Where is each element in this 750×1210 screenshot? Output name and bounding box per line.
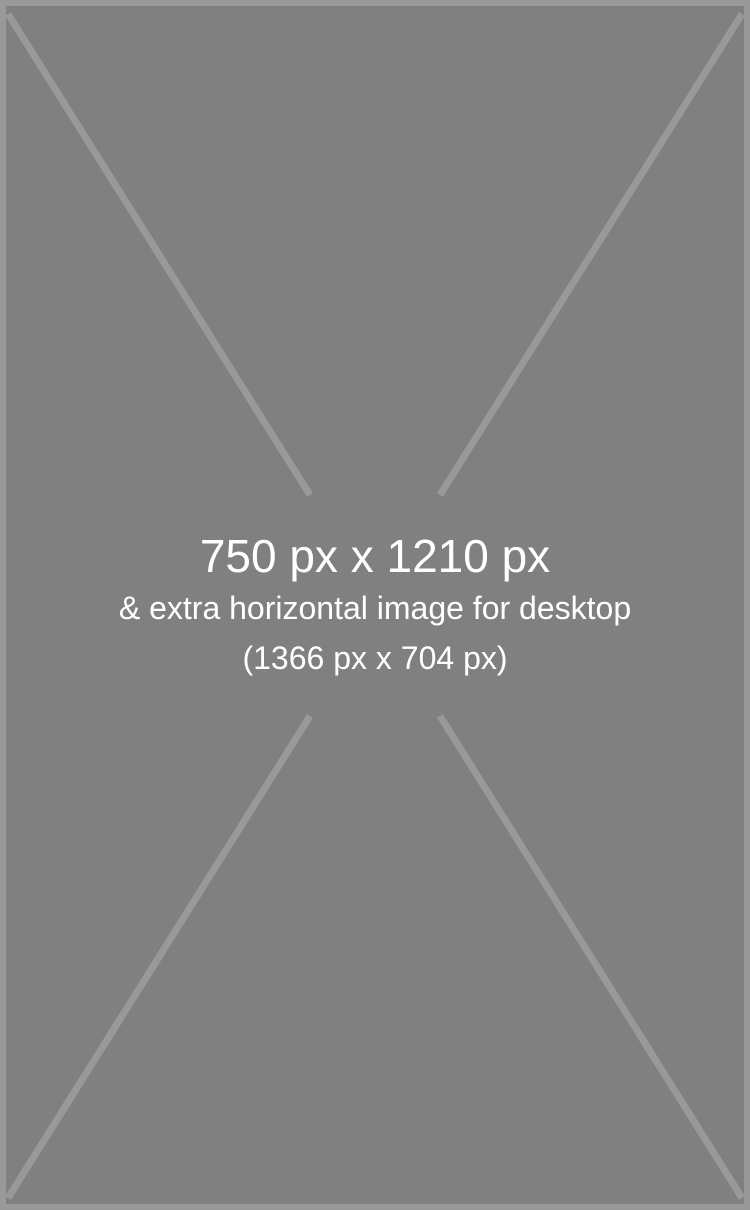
placeholder-subtitle: & extra horizontal image for desktop (118, 590, 632, 626)
placeholder-dimensions: 750 px x 1210 px (199, 530, 551, 582)
diagonal-top-left (5, 12, 313, 497)
image-placeholder: 750 px x 1210 px & extra horizontal imag… (0, 0, 750, 1210)
diagonal-bottom-left (5, 714, 313, 1200)
diagonal-top-right (437, 12, 745, 497)
diagonal-bottom-right (437, 714, 745, 1200)
placeholder-extra-dimensions: (1366 px x 704 px) (242, 640, 508, 676)
